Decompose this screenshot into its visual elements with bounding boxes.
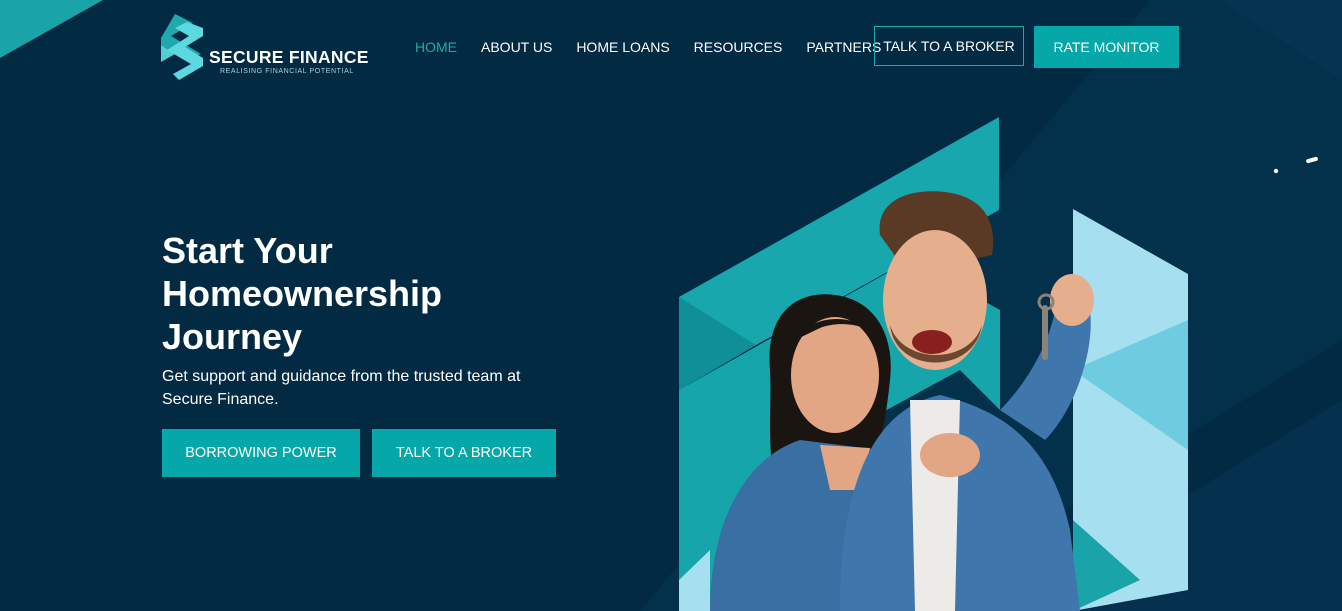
talk-to-broker-header-button[interactable]: TALK TO A BROKER [874, 26, 1024, 66]
brand-name: SECURE FINANCE [209, 47, 369, 67]
rate-monitor-button[interactable]: RATE MONITOR [1034, 26, 1179, 68]
nav-item-partners[interactable]: PARTNERS [806, 39, 881, 55]
nav-item-home[interactable]: HOME [415, 39, 457, 55]
hero-subtitle: Get support and guidance from the truste… [162, 368, 521, 408]
main-nav: HOME ABOUT US HOME LOANS RESOURCES PARTN… [415, 39, 905, 55]
talk-to-broker-hero-button[interactable]: TALK TO A BROKER [372, 429, 556, 477]
hero-couple-image [679, 117, 1188, 611]
nav-item-home-loans[interactable]: HOME LOANS [576, 39, 669, 55]
nav-item-about-us[interactable]: ABOUT US [481, 39, 552, 55]
secure-finance-logo-icon [161, 14, 203, 80]
brand-logo[interactable]: SECURE FINANCE REALISING FINANCIAL POTEN… [157, 14, 372, 80]
borrowing-power-button[interactable]: BORROWING POWER [162, 429, 360, 477]
hero-title: Start Your Homeownership Journey [162, 230, 443, 357]
brand-tagline: REALISING FINANCIAL POTENTIAL [220, 68, 354, 75]
nav-item-resources[interactable]: RESOURCES [694, 39, 783, 55]
